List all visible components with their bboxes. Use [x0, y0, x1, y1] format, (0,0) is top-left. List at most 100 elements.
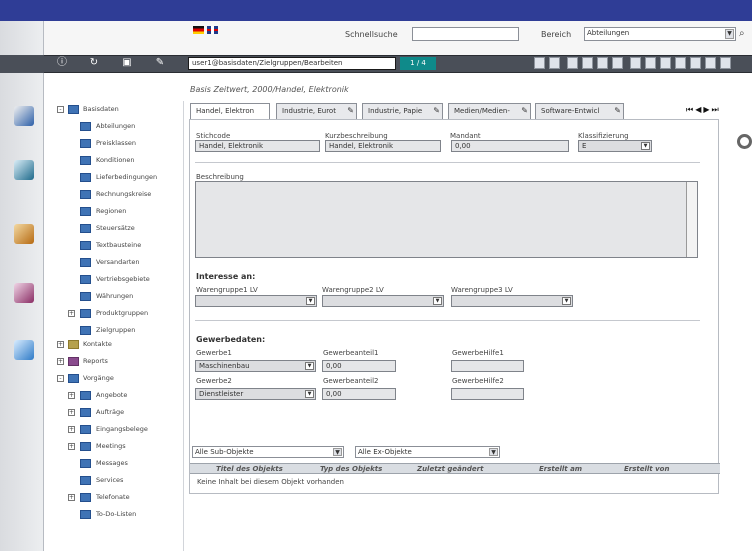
tab-industrie-papie[interactable]: Industrie, Papie ✎: [362, 103, 443, 119]
tree-node-kontakte[interactable]: + Kontakte: [57, 338, 184, 352]
print-icon[interactable]: ▣: [121, 57, 133, 69]
tools-module-icon[interactable]: [14, 340, 34, 360]
tree-item[interactable]: Messages: [80, 457, 184, 471]
tree-item[interactable]: Währungen: [80, 290, 184, 304]
col-modified[interactable]: Zuletzt geändert: [417, 465, 483, 473]
gewerbe-hinweis2-field[interactable]: [451, 388, 524, 400]
wg3-select[interactable]: ▼: [451, 295, 573, 307]
tree-label: Basisdaten: [83, 105, 119, 113]
archive-icon[interactable]: [630, 57, 641, 69]
copy-icon[interactable]: [549, 57, 560, 69]
expand-icon[interactable]: +: [68, 426, 75, 433]
tab-medien[interactable]: Medien/Medien- ✎: [448, 103, 531, 119]
expand-icon[interactable]: +: [68, 443, 75, 450]
save-icon[interactable]: [534, 57, 545, 69]
col-created[interactable]: Erstellt am: [539, 465, 582, 473]
path-select[interactable]: user1@basisdaten/Zielgruppen/Bearbeiten: [188, 57, 396, 70]
tree-item[interactable]: + Angebote: [68, 389, 184, 403]
tree-label: Regionen: [96, 207, 127, 215]
refresh-icon[interactable]: ↻: [88, 57, 100, 69]
expand-icon[interactable]: +: [57, 341, 64, 348]
tree-item[interactable]: Versandarten: [80, 256, 184, 270]
gewerbe1-select[interactable]: Maschinenbau ▼: [195, 360, 316, 372]
expand-icon[interactable]: +: [68, 310, 75, 317]
anteil1-field[interactable]: 0,00: [322, 360, 396, 372]
tab-software[interactable]: Software-Entwicl ✎: [535, 103, 624, 119]
english-flag-icon[interactable]: [207, 26, 218, 34]
tree-item[interactable]: + Telefonate: [68, 491, 184, 505]
tree-item[interactable]: Preisklassen: [80, 137, 184, 151]
record-navigation[interactable]: ⏮◀▶⏭: [686, 105, 721, 115]
tree-item[interactable]: Lieferbedingungen: [80, 171, 184, 185]
textarea-scrollbar[interactable]: [686, 182, 697, 257]
tree-item[interactable]: Textbausteine: [80, 239, 184, 253]
mail-icon[interactable]: [582, 57, 593, 69]
tree-item[interactable]: + Aufträge: [68, 406, 184, 420]
tree-item[interactable]: Regionen: [80, 205, 184, 219]
help-icon[interactable]: ⓘ: [56, 57, 68, 69]
gear-icon[interactable]: [737, 134, 752, 149]
beschreibung-textarea[interactable]: [195, 181, 698, 258]
german-flag-icon[interactable]: [193, 26, 204, 34]
tree-node-reports[interactable]: + Reports: [57, 355, 184, 369]
tree-item[interactable]: + Meetings: [68, 440, 184, 454]
col-creator[interactable]: Erstellt von: [624, 465, 669, 473]
tree-item[interactable]: To-Do-Listen: [80, 508, 184, 522]
pencil-icon: ✎: [521, 106, 528, 115]
collapse-icon[interactable]: -: [57, 106, 64, 113]
wg1-select[interactable]: ▼: [195, 295, 317, 307]
delete-icon[interactable]: [645, 57, 656, 69]
tree-node-basisdaten[interactable]: - Basisdaten: [57, 103, 184, 117]
tab-industrie-eurot[interactable]: Industrie, Eurot ✎: [276, 103, 357, 119]
help2-icon[interactable]: [720, 57, 731, 69]
tree-item[interactable]: Zielgruppen: [80, 324, 184, 338]
document-icon[interactable]: [567, 57, 578, 69]
mandant-field[interactable]: 0,00: [451, 140, 569, 152]
link-icon[interactable]: [675, 57, 686, 69]
tree-item[interactable]: Rechnungskreise: [80, 188, 184, 202]
quick-search-input[interactable]: [412, 27, 519, 41]
tree-item[interactable]: Abteilungen: [80, 120, 184, 134]
tab-handel[interactable]: Handel, Elektron: [190, 103, 270, 120]
folder-icon: [80, 207, 91, 216]
gewerbe2-select[interactable]: Dienstleister ▼: [195, 388, 316, 400]
database-icon[interactable]: [14, 160, 34, 180]
new-icon[interactable]: [705, 57, 716, 69]
tree-label: Abteilungen: [96, 122, 136, 130]
upload-icon[interactable]: [690, 57, 701, 69]
area-select[interactable]: Abteilungen ▼: [584, 27, 736, 41]
tree-item[interactable]: Services: [80, 474, 184, 488]
tree-item[interactable]: + Produktgruppen: [68, 307, 184, 321]
ex-object-filter[interactable]: Alle Ex-Objekte ▼: [355, 446, 500, 458]
checkmark-icon[interactable]: [660, 57, 671, 69]
expand-icon[interactable]: +: [68, 409, 75, 416]
tree-item[interactable]: Vertriebsgebiete: [80, 273, 184, 287]
col-title[interactable]: Titel des Objekts: [216, 465, 283, 473]
tree-item[interactable]: Konditionen: [80, 154, 184, 168]
save2-icon[interactable]: [612, 57, 623, 69]
tree-item[interactable]: Steuersätze: [80, 222, 184, 236]
search-icon[interactable]: ⌕: [739, 28, 745, 39]
collapse-icon[interactable]: -: [57, 375, 64, 382]
folder-icon: [80, 442, 91, 451]
tree-label: Steuersätze: [96, 224, 135, 232]
gewerbe-hinweis1-field[interactable]: [451, 360, 524, 372]
expand-icon[interactable]: +: [68, 494, 75, 501]
print2-icon[interactable]: [597, 57, 608, 69]
tree-node-vorgänge[interactable]: - Vorgänge: [57, 372, 184, 386]
klasse-select[interactable]: E ▼: [578, 140, 652, 152]
contacts-module-icon[interactable]: [14, 224, 34, 244]
search-module-icon[interactable]: [14, 106, 34, 126]
wg2-select[interactable]: ▼: [322, 295, 444, 307]
kurz-field[interactable]: Handel, Elektronik: [325, 140, 441, 152]
pager: 1 / 4: [400, 57, 436, 70]
col-type[interactable]: Typ des Objekts: [320, 465, 382, 473]
tree-item[interactable]: + Eingangsbelege: [68, 423, 184, 437]
anteil2-field[interactable]: 0,00: [322, 388, 396, 400]
kurzcode-field[interactable]: Handel, Elektronik: [195, 140, 320, 152]
sub-object-filter[interactable]: Alle Sub-Objekte ▼: [192, 446, 344, 458]
expand-icon[interactable]: +: [57, 358, 64, 365]
settings-icon[interactable]: ✎: [154, 57, 166, 69]
expand-icon[interactable]: +: [68, 392, 75, 399]
reports-module-icon[interactable]: [14, 283, 34, 303]
